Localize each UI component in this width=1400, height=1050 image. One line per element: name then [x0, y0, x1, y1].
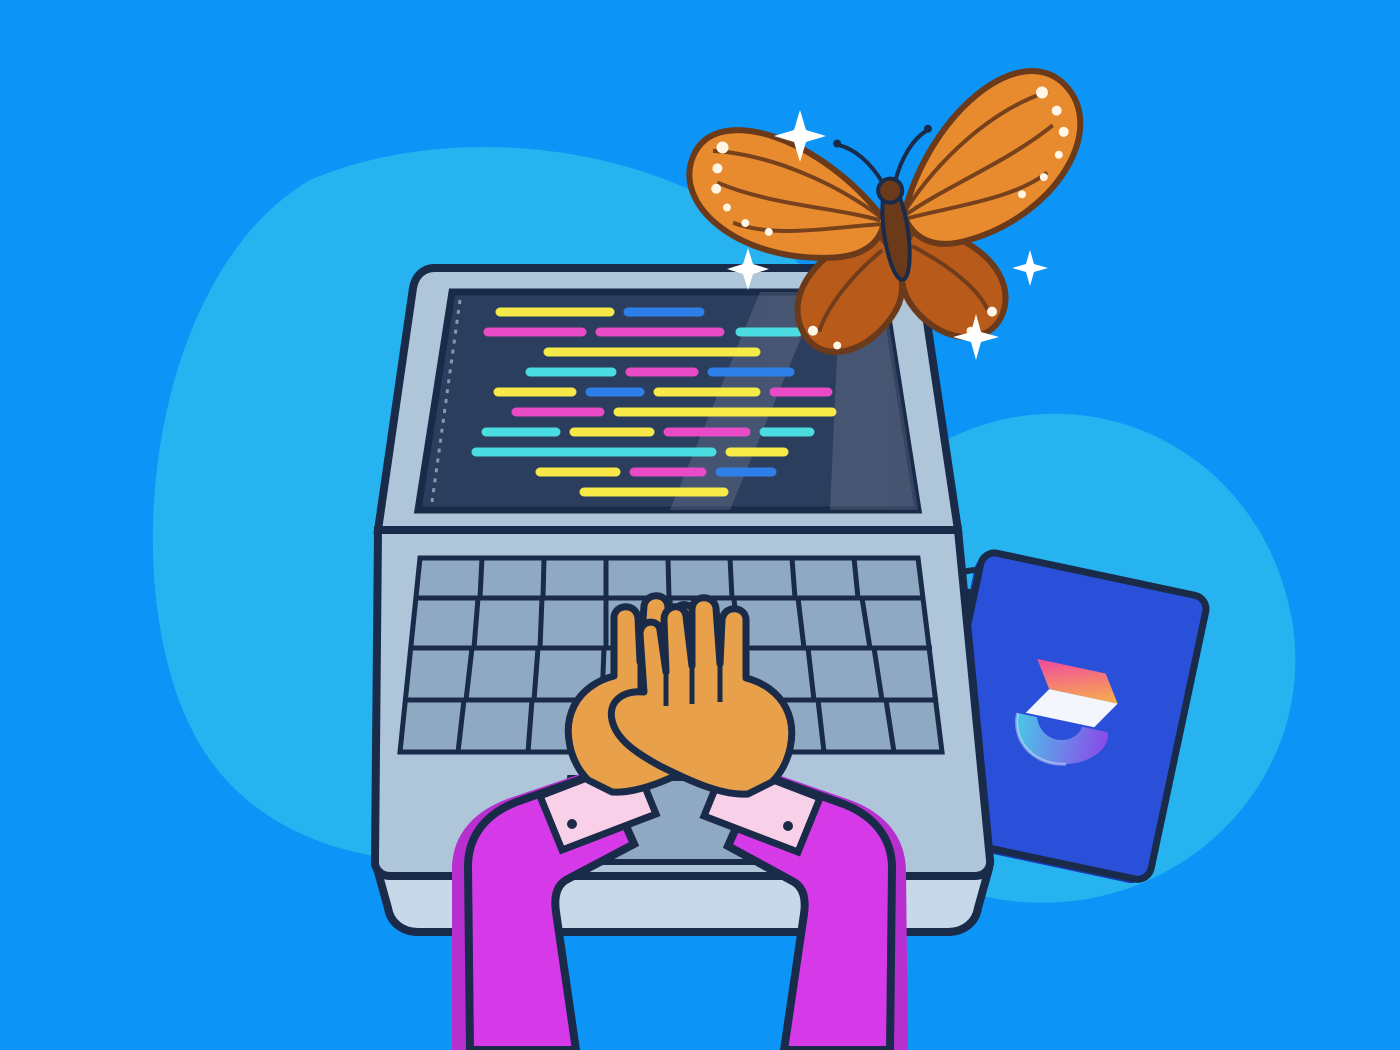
illustration-canvas	[0, 0, 1400, 1050]
